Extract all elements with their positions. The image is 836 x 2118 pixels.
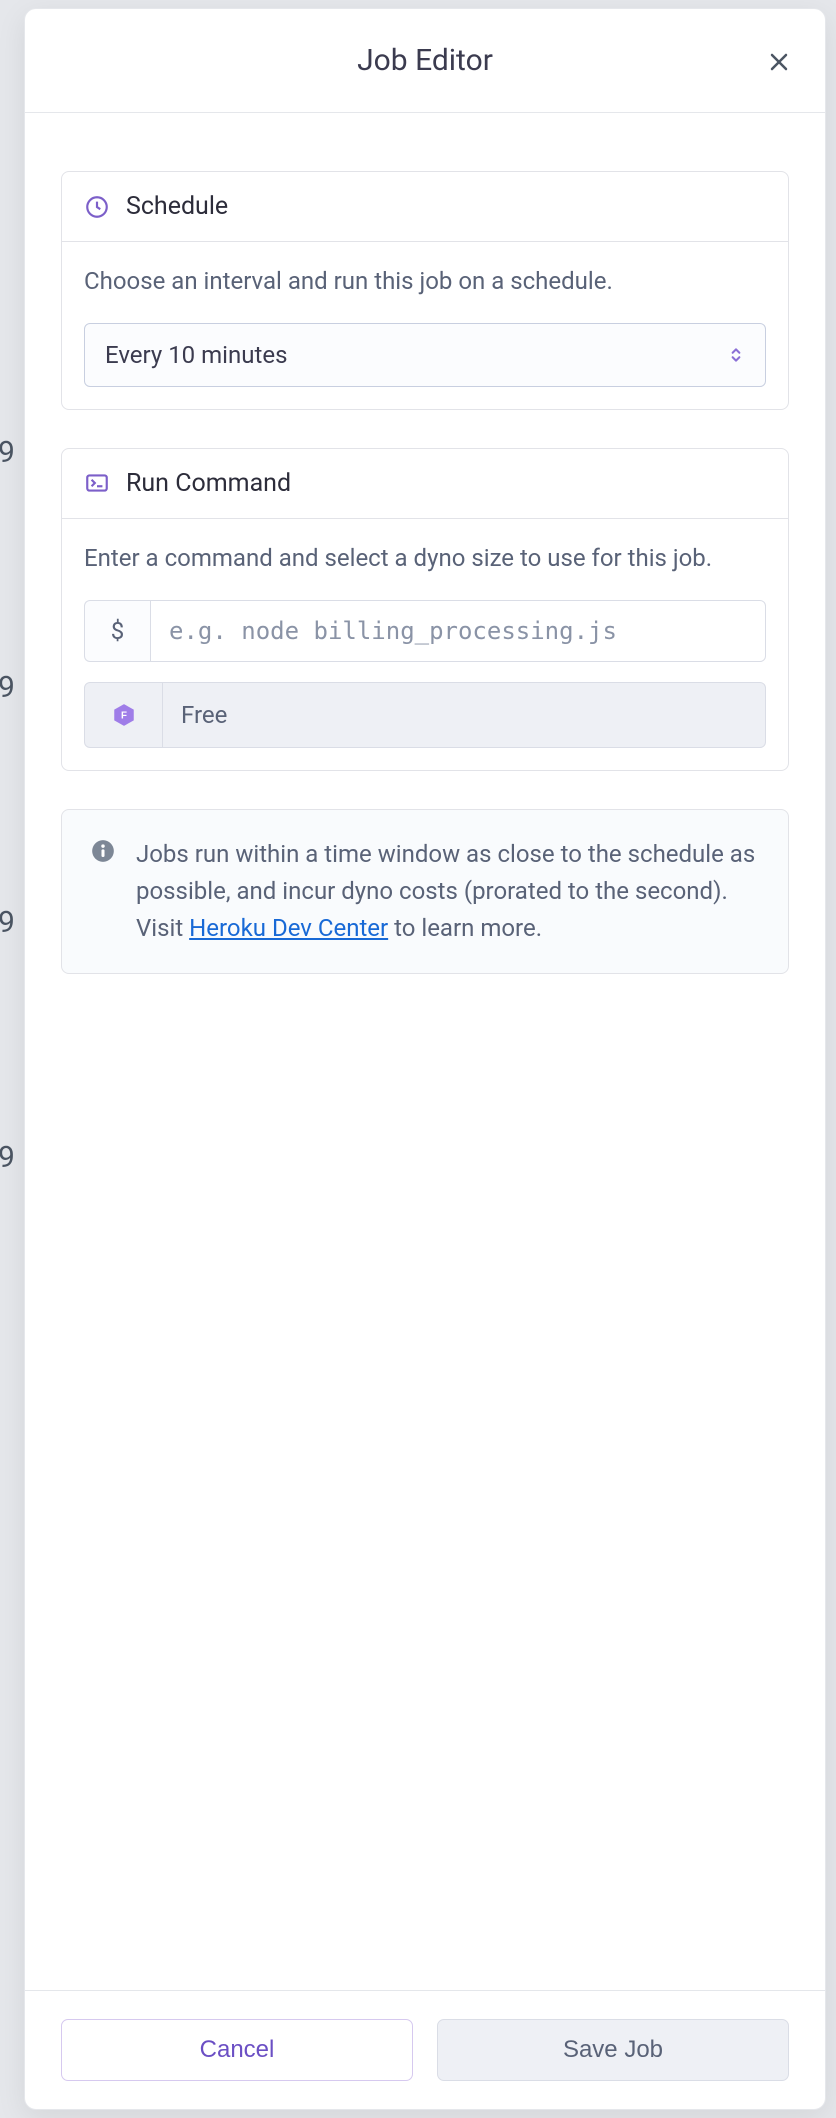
cancel-button[interactable]: Cancel bbox=[61, 2019, 413, 2081]
modal-body: Schedule Choose an interval and run this… bbox=[25, 113, 825, 1990]
schedule-card-header: Schedule bbox=[62, 172, 788, 242]
run-command-card: Run Command Enter a command and select a… bbox=[61, 448, 789, 771]
schedule-heading: Schedule bbox=[126, 192, 228, 221]
modal-title: Job Editor bbox=[357, 43, 493, 78]
info-card: Jobs run within a time window as close t… bbox=[61, 809, 789, 975]
dyno-size-select[interactable]: F Free bbox=[84, 682, 766, 748]
schedule-description: Choose an interval and run this job on a… bbox=[84, 264, 766, 299]
command-input-row: $ bbox=[84, 600, 766, 662]
close-button[interactable] bbox=[761, 44, 797, 80]
modal-header: Job Editor bbox=[25, 9, 825, 113]
job-editor-modal: Job Editor Schedule Choose an interval a… bbox=[24, 8, 826, 2110]
background-content: 9 9 9 9 bbox=[0, 100, 15, 1275]
schedule-card: Schedule Choose an interval and run this… bbox=[61, 171, 789, 410]
schedule-interval-select[interactable]: Every 10 minutes bbox=[84, 323, 766, 387]
schedule-interval-value: Every 10 minutes bbox=[105, 341, 727, 369]
dyno-size-value: Free bbox=[163, 701, 245, 729]
terminal-icon bbox=[84, 470, 110, 496]
command-input[interactable] bbox=[150, 600, 766, 662]
info-text-after: to learn more. bbox=[388, 914, 542, 942]
clock-icon bbox=[84, 194, 110, 220]
run-command-heading: Run Command bbox=[126, 469, 291, 498]
modal-footer: Cancel Save Job bbox=[25, 1990, 825, 2109]
save-job-button[interactable]: Save Job bbox=[437, 2019, 789, 2081]
dyno-free-icon: F bbox=[85, 683, 163, 747]
run-command-card-header: Run Command bbox=[62, 449, 788, 519]
info-text: Jobs run within a time window as close t… bbox=[136, 836, 760, 948]
updown-caret-icon bbox=[727, 346, 745, 364]
svg-text:F: F bbox=[121, 710, 127, 721]
command-prefix: $ bbox=[84, 600, 150, 662]
run-command-description: Enter a command and select a dyno size t… bbox=[84, 541, 766, 576]
close-icon bbox=[767, 50, 791, 74]
heroku-dev-center-link[interactable]: Heroku Dev Center bbox=[189, 914, 388, 942]
info-icon bbox=[90, 838, 116, 864]
